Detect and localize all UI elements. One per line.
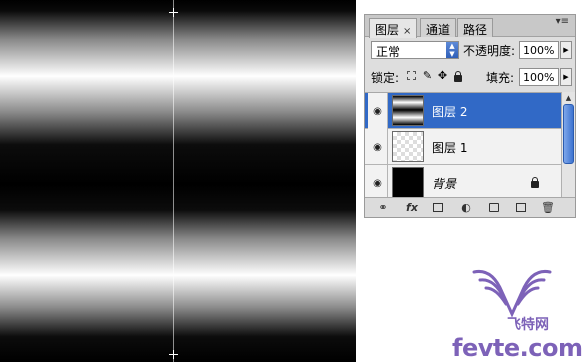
tab-close-icon[interactable]: × (403, 26, 411, 37)
lock-label: 锁定: (371, 71, 400, 85)
layer-thumbnail (392, 131, 424, 162)
site-watermark: 飞特网 fevte.com (452, 262, 584, 362)
lock-all-icon[interactable] (454, 71, 462, 82)
visibility-eye-icon[interactable]: ◉ (368, 165, 388, 201)
watermark-site-text: fevte.com (452, 334, 583, 362)
opacity-label: 不透明度: (463, 44, 516, 58)
blend-mode-arrows-icon: ▲ ▼ (446, 42, 458, 58)
link-icon[interactable]: ⚭ (375, 201, 391, 214)
lock-transparent-icon[interactable] (407, 71, 416, 80)
tab-layers-label: 图层 (375, 23, 400, 37)
layer-row-background[interactable]: ◉ 背景 (365, 165, 561, 201)
layer-row-layer-1[interactable]: ◉ 图层 1 (365, 129, 561, 165)
fx-icon[interactable]: fx (403, 201, 421, 214)
guide-crosshair-bottom (169, 350, 178, 359)
tab-paths-label: 路径 (463, 23, 488, 37)
new-layer-icon[interactable] (516, 203, 526, 212)
visibility-eye-icon[interactable]: ◉ (368, 93, 388, 129)
scroll-thumb[interactable] (563, 104, 574, 164)
fill-arrow-icon[interactable]: ▶ (560, 68, 572, 86)
layers-panel: 图层 × 通道 路径 ▾≡ 正常 ▲ ▼ 不透明度: 100% ▶ 锁定: ✎ ✥ … (364, 14, 576, 218)
panel-bottom-toolbar: ⚭ fx ◐ 🗑 (365, 197, 575, 217)
vertical-guide-line[interactable] (173, 0, 174, 362)
fill-input[interactable]: 100% (519, 68, 559, 86)
document-canvas[interactable] (0, 0, 356, 362)
layers-scrollbar[interactable]: ▲ (561, 92, 575, 199)
tab-channels[interactable]: 通道 (420, 18, 457, 37)
opacity-input[interactable]: 100% (519, 41, 559, 59)
layer-row-layer-2[interactable]: ◉ 图层 2 (365, 93, 561, 129)
adjustment-icon[interactable]: ◐ (459, 201, 473, 214)
opacity-arrow-icon[interactable]: ▶ (560, 41, 572, 59)
tab-paths[interactable]: 路径 (457, 18, 494, 37)
layer-lock-icon (531, 177, 539, 188)
group-folder-icon[interactable] (489, 203, 499, 212)
panel-menu-icon[interactable]: ▾≡ (556, 17, 569, 27)
panel-tabbar: 图层 × 通道 路径 ▾≡ (365, 15, 575, 38)
watermark-brand-text: 飞特网 (507, 317, 549, 333)
lock-position-move-icon[interactable]: ✥ (437, 70, 448, 82)
fill-label: 填充: (486, 71, 515, 85)
layer-thumbnail (392, 167, 424, 198)
tab-layers[interactable]: 图层 × (369, 18, 418, 38)
visibility-eye-icon[interactable]: ◉ (368, 129, 388, 165)
layer-name: 图层 2 (432, 105, 468, 119)
scroll-up-icon[interactable]: ▲ (562, 92, 575, 104)
guide-crosshair-top (169, 8, 178, 17)
tab-channels-label: 通道 (426, 23, 451, 37)
blend-mode-value: 正常 (376, 45, 401, 59)
trash-icon[interactable]: 🗑 (541, 201, 555, 214)
lock-image-brush-icon[interactable]: ✎ (422, 70, 433, 82)
layer-thumbnail (392, 95, 424, 126)
layer-name: 图层 1 (432, 141, 468, 155)
layers-list: ◉ 图层 2 ◉ 图层 1 ◉ 背景 (365, 92, 561, 201)
layer-name: 背景 (432, 177, 457, 191)
blend-mode-select[interactable]: 正常 ▲ ▼ (371, 41, 459, 59)
mask-icon[interactable] (433, 203, 443, 212)
